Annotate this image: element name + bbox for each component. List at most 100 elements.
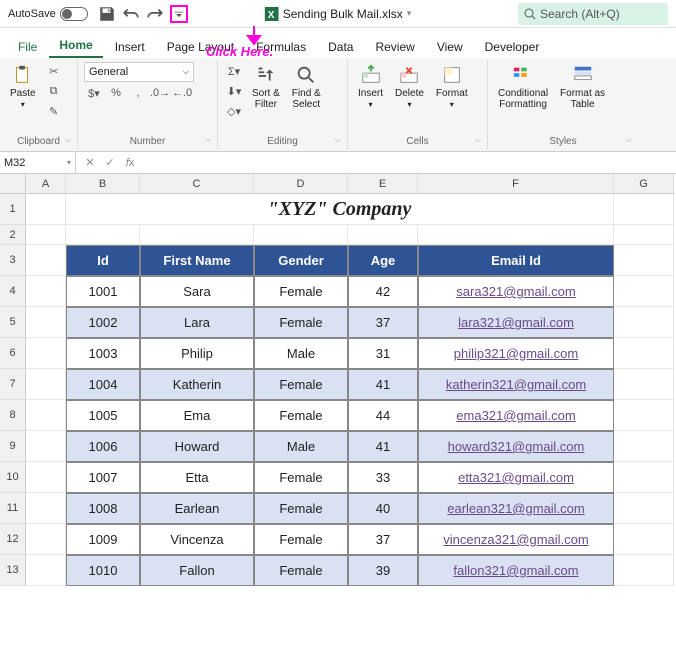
col-header[interactable]: F (418, 174, 614, 194)
cell-id[interactable]: 1005 (66, 400, 140, 431)
cell-gender[interactable]: Male (254, 431, 348, 462)
cell[interactable] (614, 431, 674, 462)
cell-firstname[interactable]: Philip (140, 338, 254, 369)
cell[interactable] (26, 555, 66, 586)
cell-firstname[interactable]: Lara (140, 307, 254, 338)
cell[interactable] (26, 225, 66, 245)
cell-age[interactable]: 40 (348, 493, 418, 524)
cell[interactable] (614, 307, 674, 338)
cell-firstname[interactable]: Earlean (140, 493, 254, 524)
cell-gender[interactable]: Female (254, 462, 348, 493)
col-header[interactable]: B (66, 174, 140, 194)
row-header[interactable]: 5 (0, 307, 26, 338)
tab-review[interactable]: Review (365, 36, 424, 58)
cell-gender[interactable]: Female (254, 400, 348, 431)
cell-id[interactable]: 1003 (66, 338, 140, 369)
header-gender[interactable]: Gender (254, 245, 348, 276)
cell[interactable] (614, 462, 674, 493)
insert-cells-button[interactable]: Insert▾ (354, 62, 387, 112)
cell-firstname[interactable]: Fallon (140, 555, 254, 586)
cell-firstname[interactable]: Sara (140, 276, 254, 307)
chevron-down-icon[interactable]: ▾ (407, 8, 412, 19)
col-header[interactable]: D (254, 174, 348, 194)
cell-id[interactable]: 1002 (66, 307, 140, 338)
cell[interactable] (614, 369, 674, 400)
cell-id[interactable]: 1004 (66, 369, 140, 400)
cell-firstname[interactable]: Katherin (140, 369, 254, 400)
currency-icon[interactable]: $▾ (84, 84, 104, 102)
cell-age[interactable]: 37 (348, 307, 418, 338)
header-id[interactable]: Id (66, 245, 140, 276)
row-header[interactable]: 8 (0, 400, 26, 431)
cell-age[interactable]: 44 (348, 400, 418, 431)
col-header[interactable]: A (26, 174, 66, 194)
row-header[interactable]: 9 (0, 431, 26, 462)
cell-gender[interactable]: Female (254, 555, 348, 586)
cell-id[interactable]: 1001 (66, 276, 140, 307)
percent-icon[interactable]: % (106, 84, 126, 102)
col-header[interactable]: E (348, 174, 418, 194)
cell[interactable] (26, 194, 66, 225)
format-as-table-button[interactable]: Format as Table (556, 62, 609, 112)
cell-gender[interactable]: Female (254, 493, 348, 524)
tab-data[interactable]: Data (318, 36, 363, 58)
autosum-icon[interactable]: Σ▾ (224, 62, 244, 80)
delete-cells-button[interactable]: Delete▾ (391, 62, 428, 112)
paste-button[interactable]: Paste ▾ (6, 62, 40, 112)
cell-id[interactable]: 1010 (66, 555, 140, 586)
name-box[interactable]: M32▾ (0, 152, 76, 173)
cell-email[interactable]: etta321@gmail.com (418, 462, 614, 493)
enter-formula-icon[interactable]: ✓ (102, 156, 118, 169)
cell-age[interactable]: 39 (348, 555, 418, 586)
cell-email[interactable]: ema321@gmail.com (418, 400, 614, 431)
cell-id[interactable]: 1006 (66, 431, 140, 462)
cell-email[interactable]: katherin321@gmail.com (418, 369, 614, 400)
cell[interactable] (614, 493, 674, 524)
cell[interactable] (614, 524, 674, 555)
number-format-combo[interactable]: General⌵ (84, 62, 194, 82)
cell[interactable] (26, 276, 66, 307)
row-header[interactable]: 13 (0, 555, 26, 586)
copy-icon[interactable]: ⧉ (44, 82, 64, 100)
cell-age[interactable]: 42 (348, 276, 418, 307)
cell[interactable] (614, 194, 674, 225)
cell[interactable] (614, 400, 674, 431)
company-title[interactable]: "XYZ" Company (66, 194, 614, 225)
row-header[interactable]: 7 (0, 369, 26, 400)
tab-file[interactable]: File (8, 36, 47, 58)
cell[interactable] (418, 225, 614, 245)
cell[interactable] (26, 400, 66, 431)
cell-gender[interactable]: Female (254, 369, 348, 400)
header-age[interactable]: Age (348, 245, 418, 276)
undo-icon[interactable] (122, 5, 140, 23)
search-input[interactable]: Search (Alt+Q) (518, 3, 668, 25)
cell-email[interactable]: howard321@gmail.com (418, 431, 614, 462)
cell-firstname[interactable]: Howard (140, 431, 254, 462)
tab-home[interactable]: Home (49, 34, 102, 58)
customize-qat-icon[interactable] (170, 5, 188, 23)
cancel-formula-icon[interactable]: ✕ (82, 156, 98, 169)
header-email[interactable]: Email Id (418, 245, 614, 276)
conditional-formatting-button[interactable]: Conditional Formatting (494, 62, 552, 112)
cell-email[interactable]: lara321@gmail.com (418, 307, 614, 338)
cell[interactable] (614, 555, 674, 586)
cell[interactable] (614, 245, 674, 276)
header-firstname[interactable]: First Name (140, 245, 254, 276)
cell-firstname[interactable]: Vincenza (140, 524, 254, 555)
cell-email[interactable]: fallon321@gmail.com (418, 555, 614, 586)
cell-firstname[interactable]: Etta (140, 462, 254, 493)
cell[interactable] (254, 225, 348, 245)
decrease-decimal-icon[interactable]: ←.0 (172, 84, 192, 102)
cell[interactable] (26, 369, 66, 400)
cell[interactable] (26, 493, 66, 524)
cell[interactable] (26, 307, 66, 338)
cell-age[interactable]: 33 (348, 462, 418, 493)
cell-gender[interactable]: Female (254, 307, 348, 338)
row-header[interactable]: 11 (0, 493, 26, 524)
format-cells-button[interactable]: Format▾ (432, 62, 472, 112)
row-header[interactable]: 12 (0, 524, 26, 555)
row-header[interactable]: 6 (0, 338, 26, 369)
redo-icon[interactable] (146, 5, 164, 23)
cell-age[interactable]: 41 (348, 431, 418, 462)
cell[interactable] (26, 431, 66, 462)
